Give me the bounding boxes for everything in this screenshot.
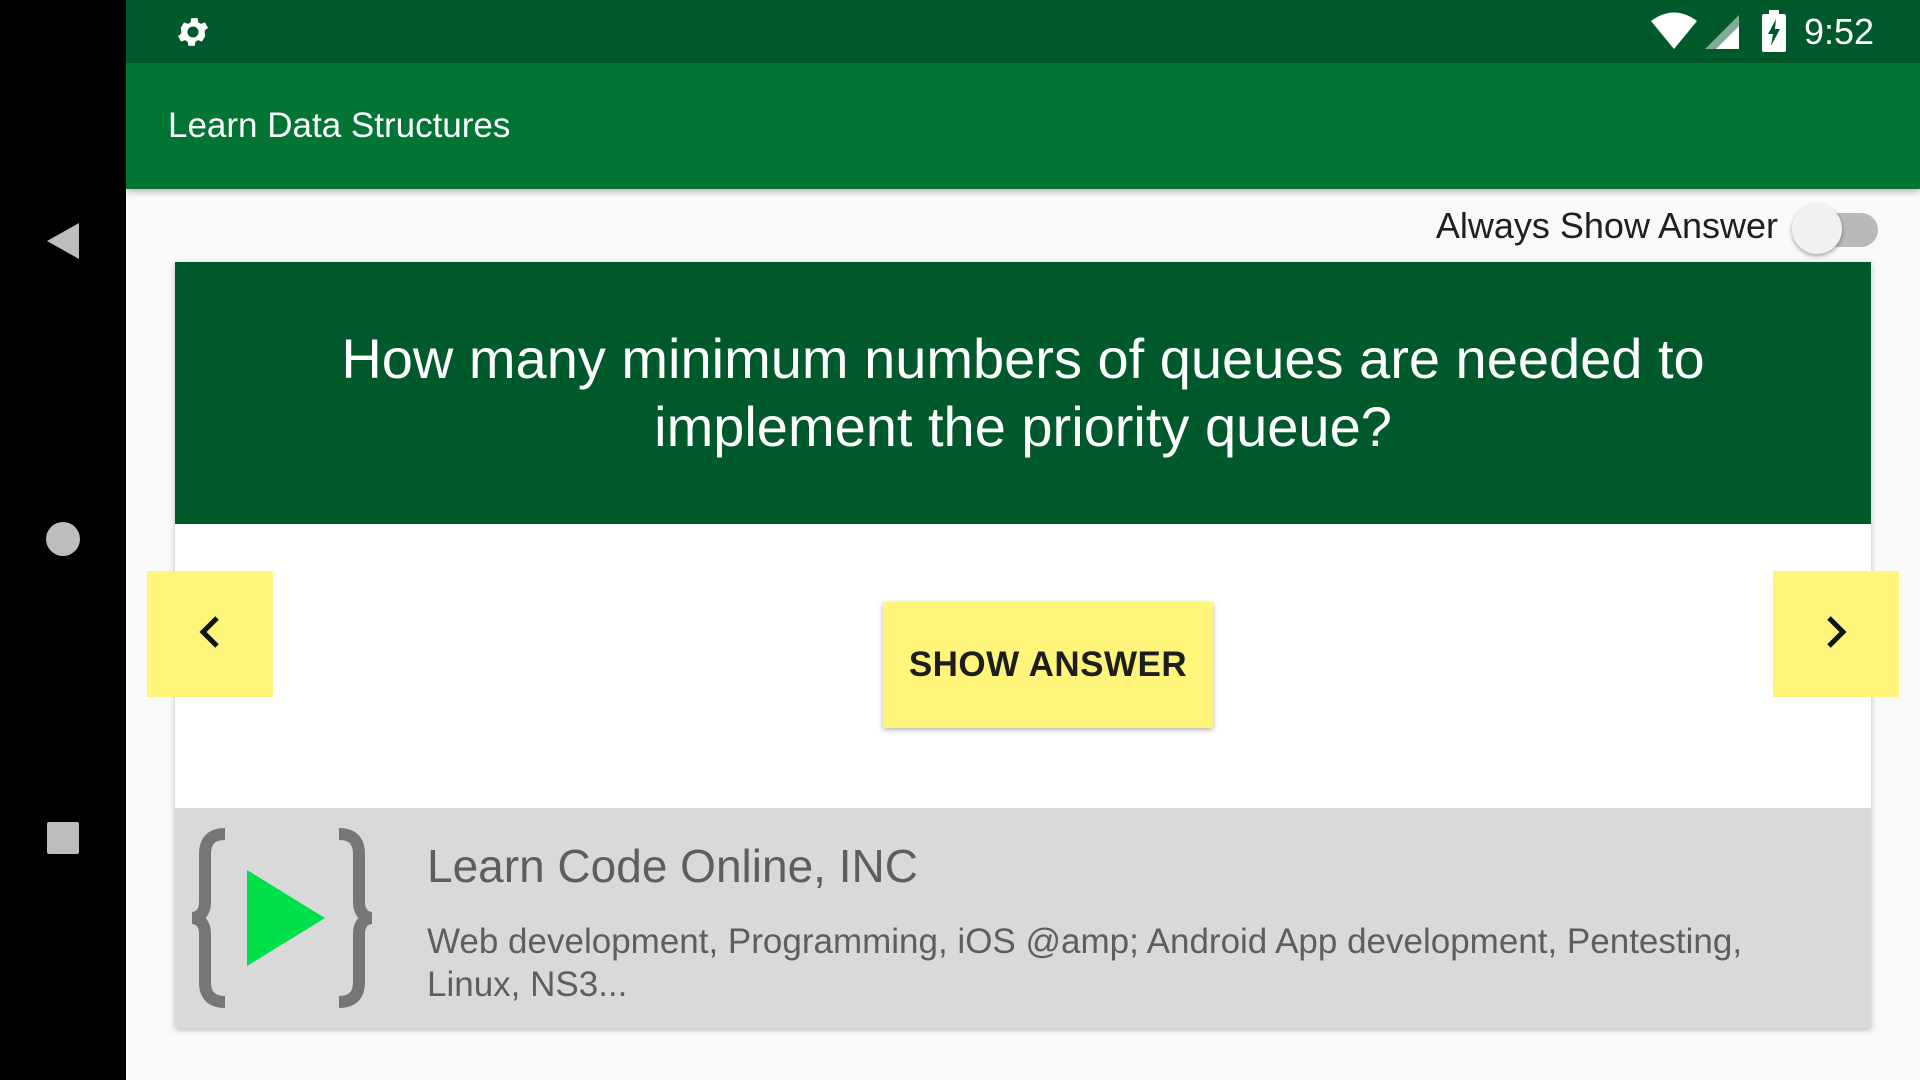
flashcard: How many minimum numbers of queues are n… — [175, 262, 1871, 1028]
status-bar: 9:52 — [126, 0, 1920, 63]
always-show-answer-switch[interactable] — [1792, 198, 1878, 254]
settings-icon — [174, 13, 212, 51]
wifi-icon — [1650, 12, 1698, 50]
system-navigation-bar — [0, 0, 126, 1080]
code-braces-play-icon — [191, 828, 373, 1008]
question-text: How many minimum numbers of queues are n… — [341, 327, 1705, 458]
app-toolbar: Learn Data Structures — [126, 63, 1920, 189]
previous-question-button[interactable] — [147, 571, 273, 697]
clock-time: 9:52 — [1804, 11, 1875, 52]
battery-charging-icon — [1762, 10, 1786, 52]
cell-signal-icon — [1704, 14, 1740, 50]
show-answer-button[interactable]: SHOW ANSWER — [883, 602, 1213, 728]
ad-title: Learn Code Online, INC — [427, 840, 918, 892]
ad-description: Web development, Programming, iOS @amp; … — [427, 922, 1743, 1004]
always-show-answer-label: Always Show Answer — [1435, 205, 1778, 246]
back-triangle-icon[interactable] — [38, 216, 88, 266]
home-circle-icon[interactable] — [38, 514, 88, 564]
ad-banner[interactable]: Learn Code Online, INC Web development, … — [175, 808, 1871, 1028]
recents-square-icon[interactable] — [38, 813, 88, 863]
app-title: Learn Data Structures — [168, 106, 511, 145]
next-question-button[interactable] — [1773, 571, 1899, 697]
chevron-left-icon — [197, 614, 223, 654]
app-window: 9:52 Learn Data Structures Always Show A… — [126, 0, 1920, 1080]
chevron-right-icon — [1823, 614, 1849, 654]
question-panel: How many minimum numbers of queues are n… — [175, 262, 1871, 524]
switch-thumb — [1792, 204, 1842, 254]
always-show-answer-row: Always Show Answer — [1436, 198, 1878, 254]
